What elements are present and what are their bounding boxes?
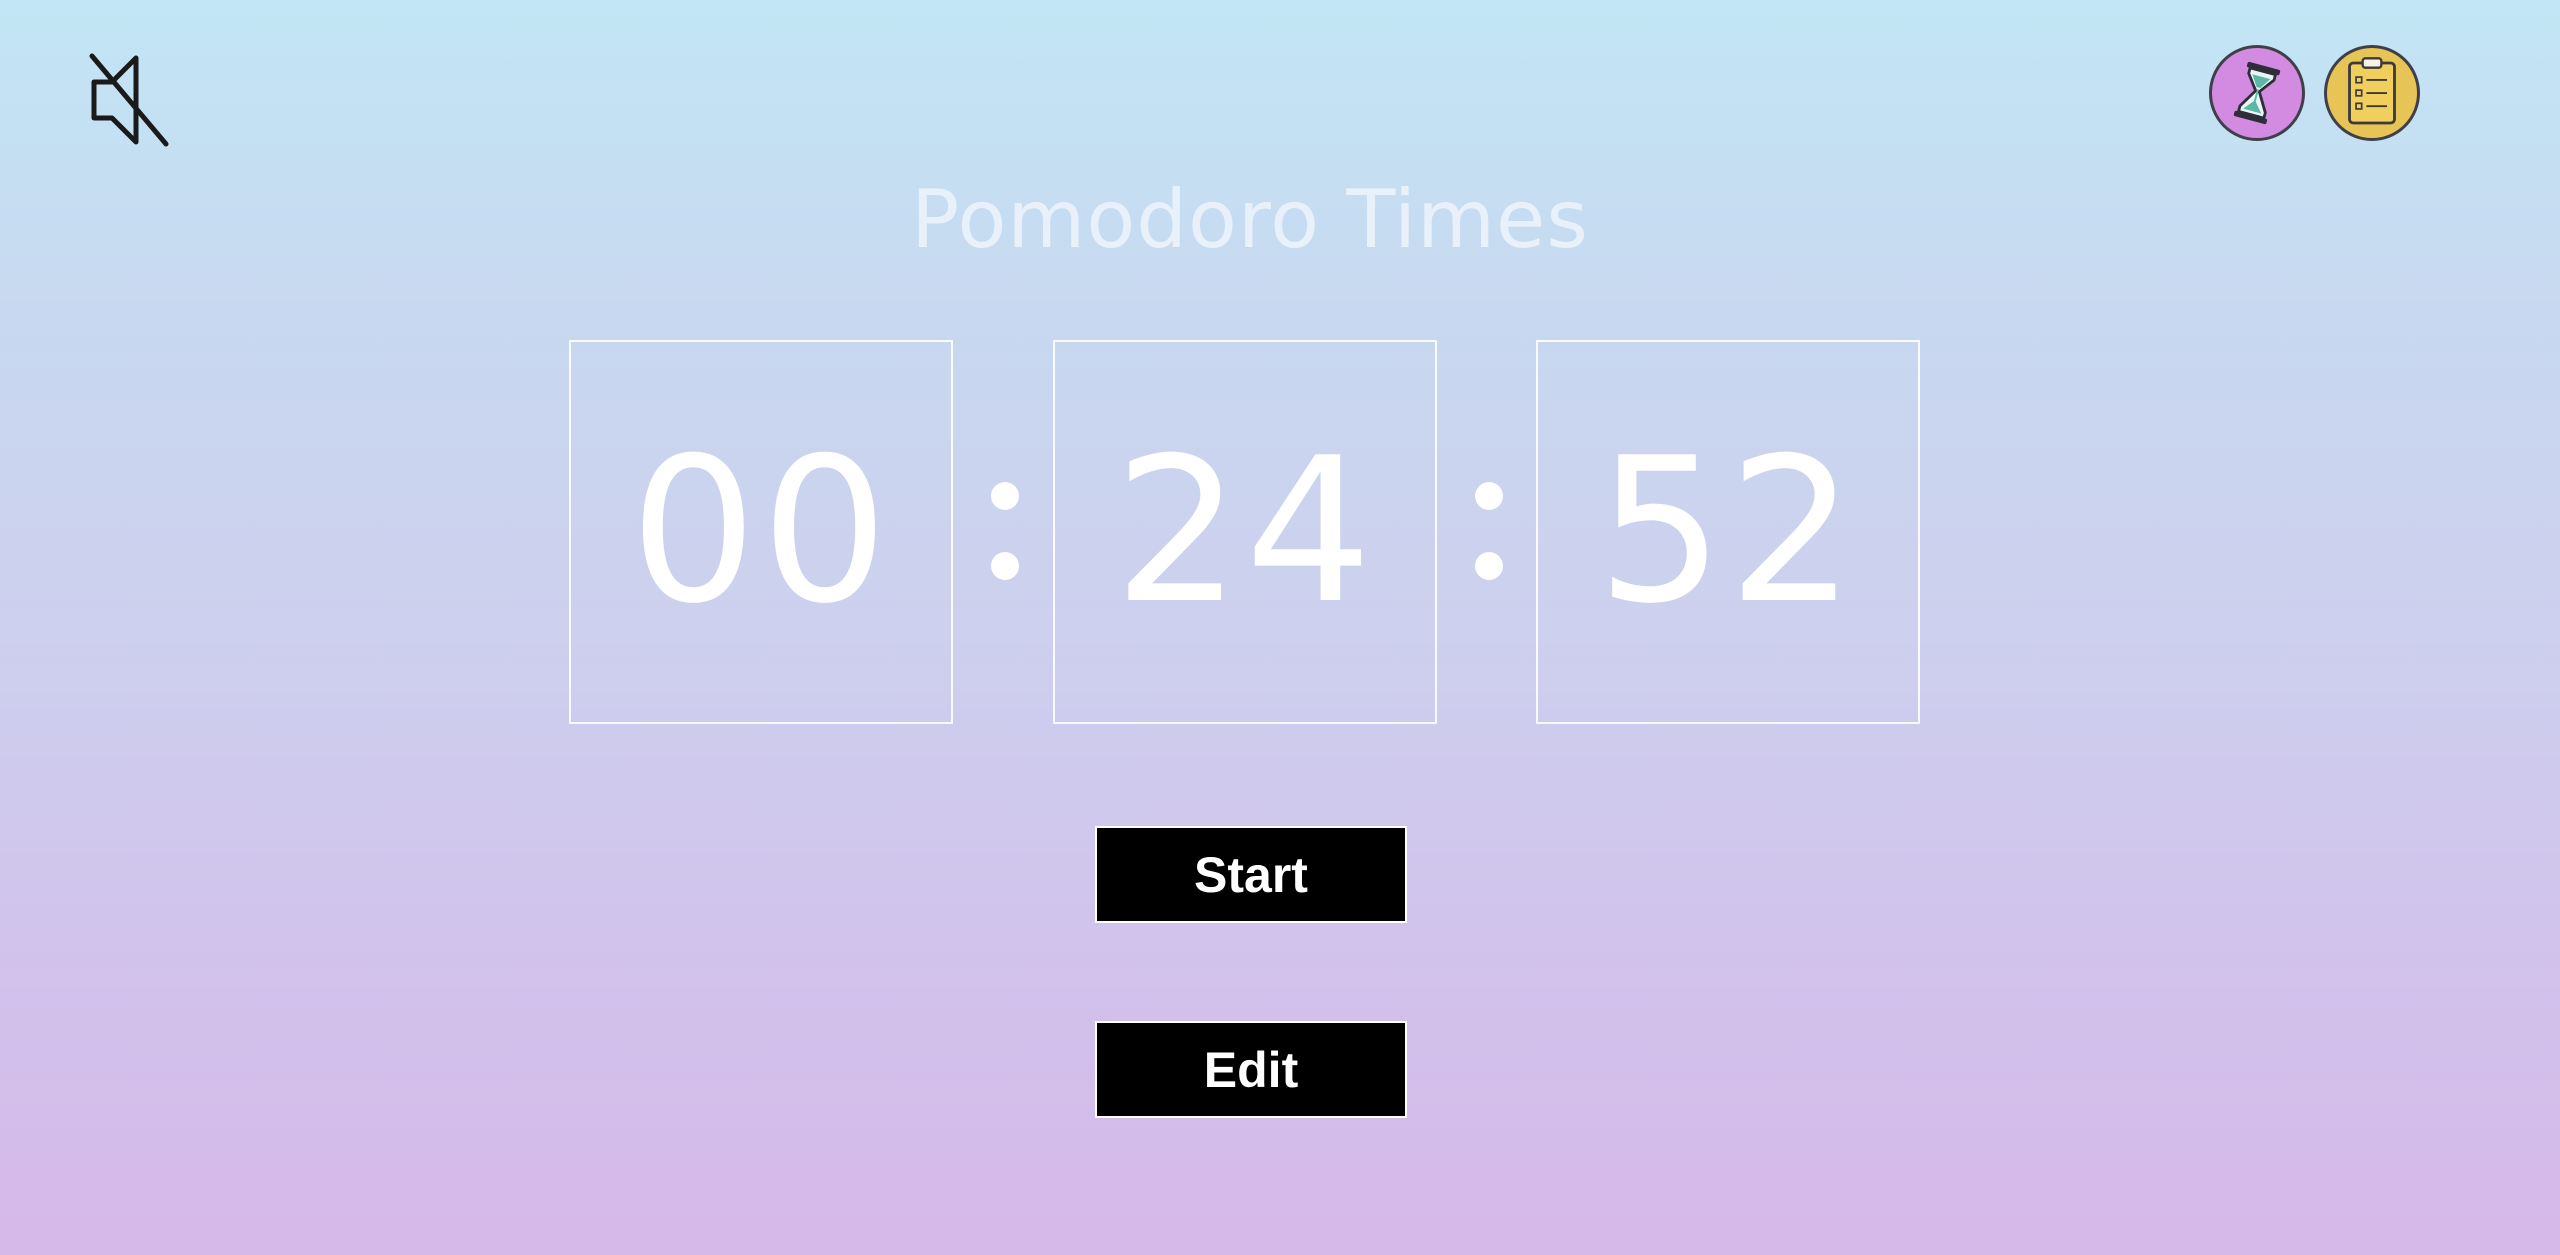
edit-button[interactable]: Edit (1095, 1021, 1407, 1118)
minutes-display: 24 (1053, 340, 1437, 724)
clipboard-checklist-icon (2348, 57, 2396, 125)
timer-nav-button[interactable] (2209, 45, 2305, 141)
time-separator (1469, 470, 1509, 590)
mute-toggle-button[interactable] (86, 50, 176, 150)
seconds-display: 52 (1536, 340, 1920, 724)
speaker-muted-icon (89, 53, 169, 147)
hours-display: 00 (569, 340, 953, 724)
page-title: Pomodoro Times (911, 173, 1589, 266)
time-separator (985, 470, 1025, 590)
hourglass-icon (2233, 61, 2281, 125)
start-button[interactable]: Start (1095, 826, 1407, 923)
tasks-nav-button[interactable] (2324, 45, 2420, 141)
